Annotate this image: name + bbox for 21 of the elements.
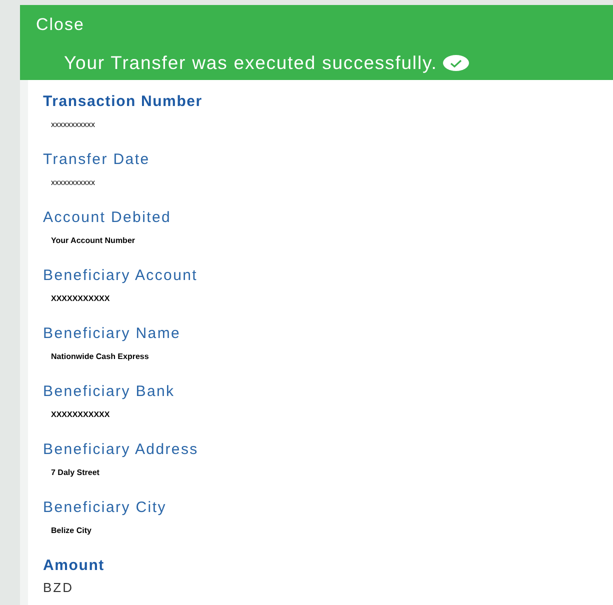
field-value: XXXXXXXXXXX: [51, 409, 110, 421]
field-value: xxxxxxxxxxx: [51, 119, 95, 131]
field-value: Nationwide Cash Express: [51, 351, 149, 363]
field-value: 7 Daly Street: [51, 467, 100, 479]
field-label: Amount: [43, 556, 104, 576]
field-value: Your Account Number: [51, 235, 136, 247]
field-label: Beneficiary Address: [43, 440, 198, 460]
field-value: XXXXXXXXXXX: [51, 293, 110, 305]
field-label: Transaction Number: [43, 92, 202, 112]
field-value: BZD: [43, 580, 74, 596]
field-label: Beneficiary Name: [43, 324, 181, 344]
close-button[interactable]: Close: [36, 15, 84, 35]
field-label: Beneficiary City: [43, 498, 166, 518]
field-value: Belize City: [51, 525, 92, 537]
field-value: xxxxxxxxxxx: [51, 177, 95, 189]
field-label: Account Debited: [43, 208, 172, 228]
checkmark-icon: [443, 55, 470, 71]
field-label: Beneficiary Account: [43, 266, 198, 286]
field-label: Transfer Date: [43, 150, 150, 170]
success-message: Your Transfer was executed successfully.: [64, 52, 438, 74]
field-label: Beneficiary Bank: [43, 382, 175, 402]
